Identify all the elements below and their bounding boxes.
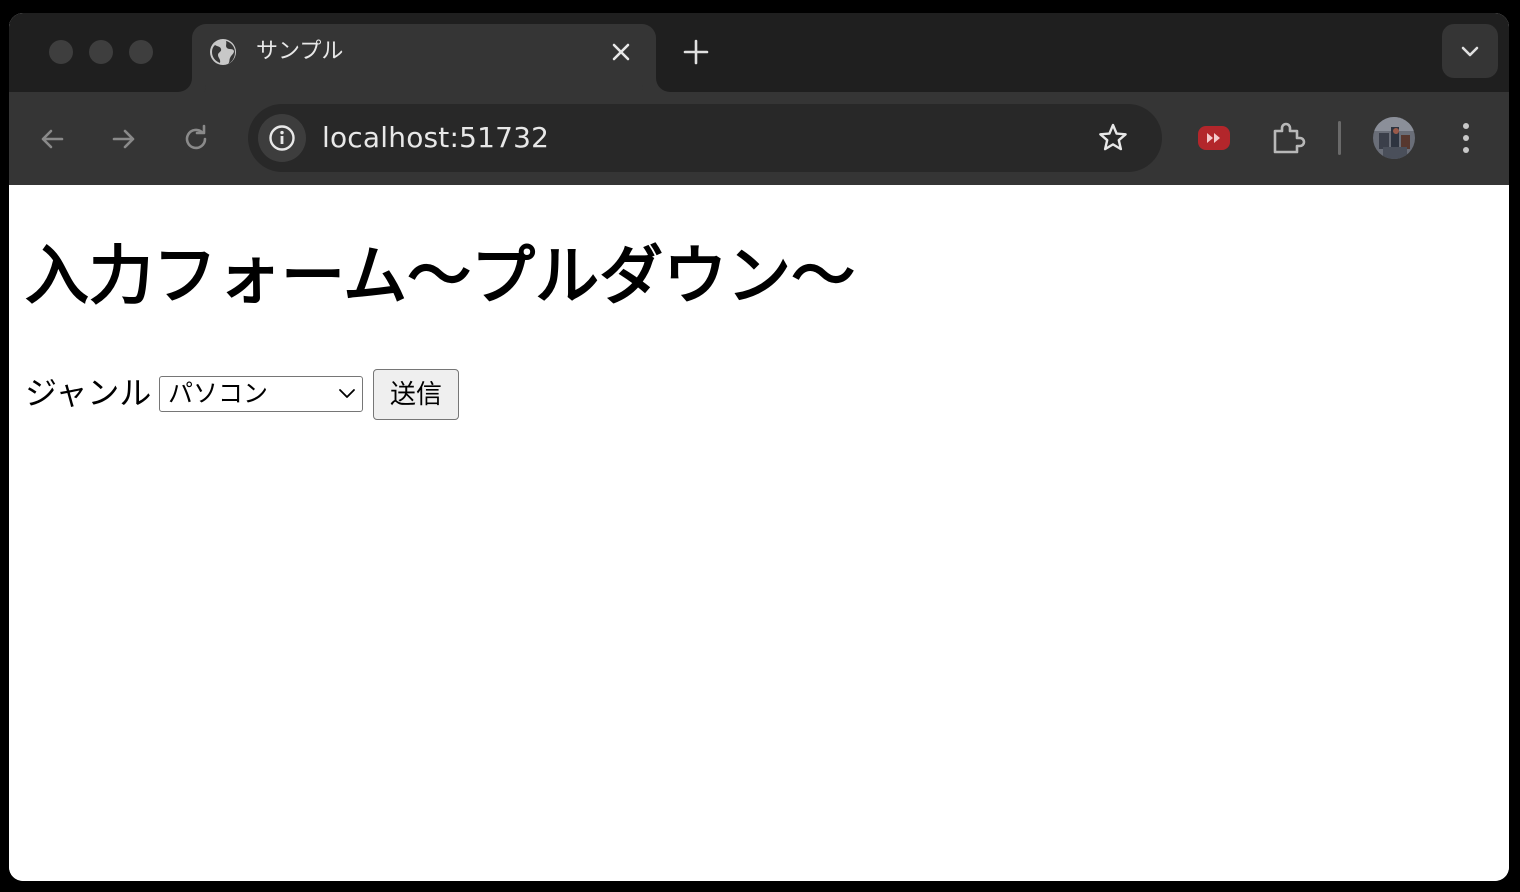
- toolbar-divider: [1338, 121, 1341, 155]
- kebab-menu-icon[interactable]: [1451, 119, 1481, 157]
- arrow-left-icon[interactable]: [35, 122, 69, 156]
- profile-avatar[interactable]: [1373, 117, 1415, 159]
- chevron-down-icon: [1461, 46, 1479, 57]
- tab-search-button[interactable]: [1442, 24, 1498, 78]
- tab-title: サンプル: [256, 39, 344, 64]
- avatar-image: [1373, 117, 1415, 159]
- window-minimize-dot[interactable]: [89, 40, 113, 64]
- submit-button[interactable]: 送信: [373, 369, 459, 420]
- browser-window: サンプル localhost:51732 入力フォーム〜プルダウン〜 ジャンル …: [9, 13, 1509, 881]
- plus-icon[interactable]: [681, 37, 711, 67]
- page-content: 入力フォーム〜プルダウン〜 ジャンル パソコン 送信: [9, 185, 1509, 881]
- star-icon[interactable]: [1096, 121, 1130, 155]
- youtube-extension-icon[interactable]: [1196, 122, 1232, 154]
- chevron-down-icon: [339, 389, 355, 398]
- info-icon: [269, 125, 295, 151]
- globe-icon: [210, 39, 236, 65]
- genre-select-value: パソコン: [168, 379, 269, 408]
- page-title: 入力フォーム〜プルダウン〜: [25, 240, 856, 314]
- genre-label: ジャンル: [25, 374, 152, 412]
- browser-toolbar: localhost:51732: [9, 92, 1509, 185]
- site-info-button[interactable]: [258, 114, 306, 162]
- reload-icon[interactable]: [179, 122, 213, 156]
- puzzle-icon[interactable]: [1268, 119, 1306, 157]
- active-tab[interactable]: サンプル: [192, 24, 656, 92]
- genre-select[interactable]: パソコン: [159, 376, 363, 412]
- arrow-right-icon[interactable]: [107, 122, 141, 156]
- window-zoom-dot[interactable]: [129, 40, 153, 64]
- close-icon[interactable]: [608, 39, 634, 65]
- url-text[interactable]: localhost:51732: [322, 120, 549, 156]
- tab-strip: サンプル: [9, 13, 1509, 92]
- window-close-dot[interactable]: [49, 40, 73, 64]
- address-bar[interactable]: localhost:51732: [248, 104, 1162, 172]
